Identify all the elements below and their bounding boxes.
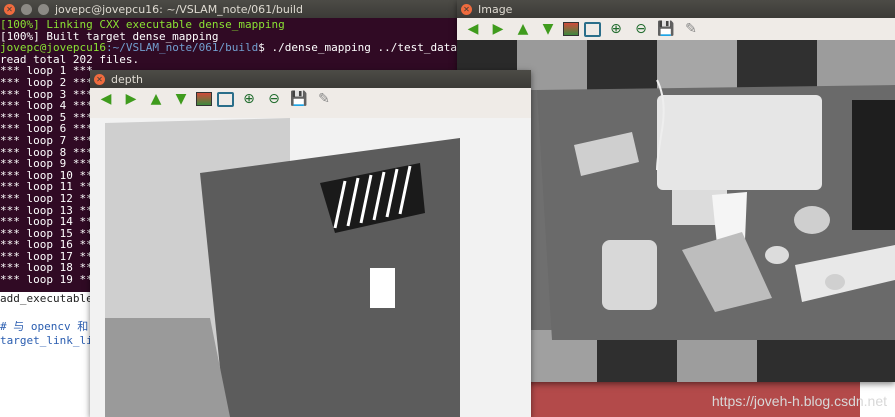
maximize-icon[interactable]: [38, 3, 49, 15]
arrow-down-icon[interactable]: ▼: [538, 20, 558, 38]
mug: [765, 246, 789, 264]
arrow-up-icon[interactable]: ▲: [146, 90, 166, 108]
terminal-line: [100%] Linking CXX executable dense_mapp…: [0, 18, 285, 31]
image-toolbar: ◀ ▶ ▲ ▼ ⊕ ⊖ 💾 ✎: [457, 18, 895, 40]
terminal-titlebar[interactable]: ✕ jovepc@jovepcu16: ~/VSLAM_note/061/bui…: [0, 0, 460, 18]
depth-highlight: [370, 268, 395, 308]
zoom-fit-icon[interactable]: [584, 21, 601, 37]
zoom-in-icon[interactable]: ⊕: [239, 90, 259, 108]
close-icon[interactable]: ✕: [461, 3, 472, 15]
save-icon[interactable]: 💾: [656, 20, 676, 38]
image-title: Image: [478, 2, 513, 16]
mouse: [825, 274, 845, 290]
arrow-left-icon[interactable]: ◀: [96, 90, 116, 108]
prompt-command: $ ./dense_mapping ../test_data/: [258, 41, 464, 55]
close-icon[interactable]: ✕: [94, 73, 105, 85]
zoom-in-icon[interactable]: ⊕: [606, 20, 626, 38]
arrow-right-icon[interactable]: ▶: [488, 20, 508, 38]
close-icon[interactable]: ✕: [4, 3, 15, 15]
printer: [657, 95, 822, 190]
properties-brush-icon[interactable]: ✎: [681, 20, 701, 38]
depth-titlebar[interactable]: ✕ depth: [90, 70, 531, 88]
zoom-out-icon[interactable]: ⊖: [631, 20, 651, 38]
arrow-right-icon[interactable]: ▶: [121, 90, 141, 108]
image-titlebar[interactable]: ✕ Image: [457, 0, 895, 18]
depth-toolbar: ◀ ▶ ▲ ▼ ⊕ ⊖ 💾 ✎: [90, 88, 531, 110]
depth-gradient: [105, 318, 230, 417]
cup: [794, 206, 830, 234]
depth-window[interactable]: ✕ depth ◀ ▶ ▲ ▼ ⊕ ⊖ 💾 ✎: [90, 70, 531, 417]
telephone: [602, 240, 657, 310]
save-image-icon[interactable]: [196, 92, 212, 106]
minimize-icon[interactable]: [21, 3, 32, 15]
watermark: https://joveh-h.blog.csdn.net: [711, 393, 887, 409]
arrow-up-icon[interactable]: ▲: [513, 20, 533, 38]
arrow-left-icon[interactable]: ◀: [463, 20, 483, 38]
properties-brush-icon[interactable]: ✎: [314, 90, 334, 108]
save-icon[interactable]: 💾: [289, 90, 309, 108]
zoom-out-icon[interactable]: ⊖: [264, 90, 284, 108]
save-image-icon[interactable]: [563, 22, 579, 36]
monitor: [852, 100, 895, 230]
terminal-title: jovepc@jovepcu16: ~/VSLAM_note/061/build: [55, 2, 303, 16]
depth-canvas[interactable]: [90, 118, 531, 417]
arrow-down-icon[interactable]: ▼: [171, 90, 191, 108]
zoom-fit-icon[interactable]: [217, 91, 234, 107]
depth-title: depth: [111, 72, 144, 86]
